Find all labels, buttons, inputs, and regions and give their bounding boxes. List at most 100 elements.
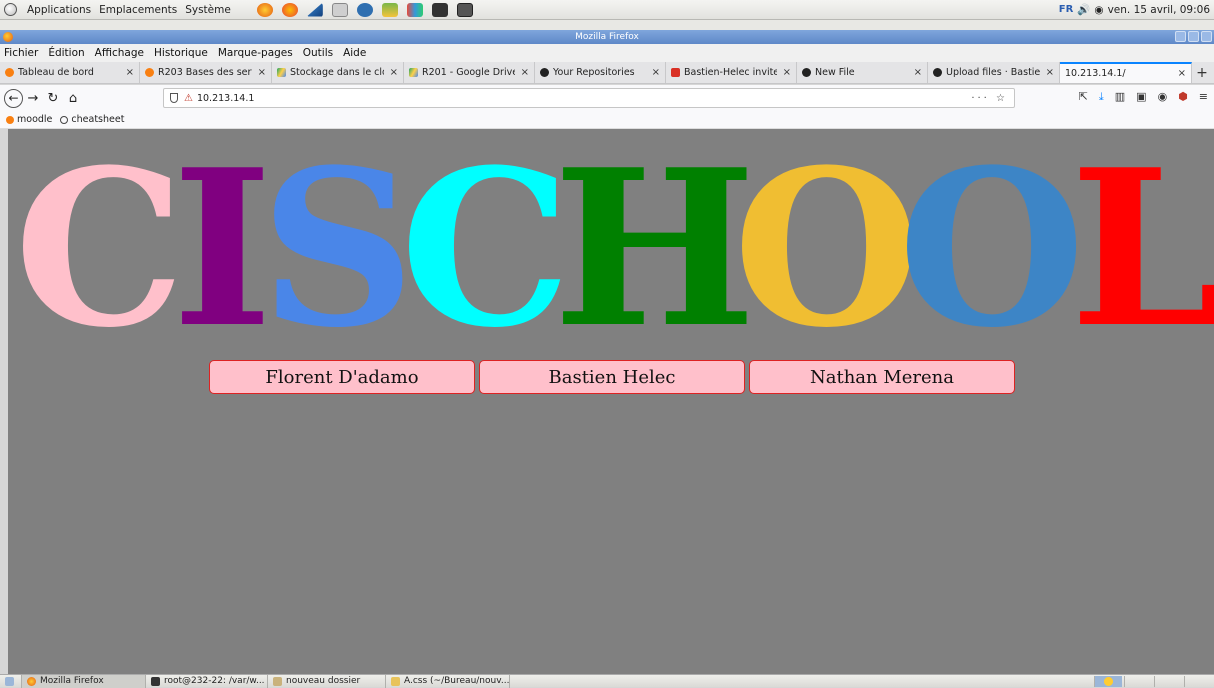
url-bar[interactable]: ⚠ 10.213.14.1 ··· ☆ (163, 88, 1015, 108)
moodle-icon (145, 68, 154, 77)
logo-letter-l: L (1070, 129, 1214, 375)
terminal-launcher-icon[interactable] (431, 2, 448, 17)
tab-r201-drive[interactable]: R201 - Google Drive × (404, 62, 535, 83)
workspace-4[interactable] (1184, 675, 1212, 687)
task-terminal[interactable]: root@232-22: /var/w... (146, 674, 268, 688)
tab-stockage-cloud[interactable]: Stockage dans le cloud × (272, 62, 404, 83)
new-tab-button[interactable]: + (1192, 62, 1212, 83)
pointer-icon[interactable]: ⇱ (1079, 90, 1088, 104)
taskbar: Mozilla Firefox root@232-22: /var/w... n… (0, 674, 1214, 688)
bastien-helec-button[interactable]: Bastien Helec (479, 360, 745, 394)
bookmark-cheatsheet[interactable]: cheatsheet (60, 114, 124, 125)
sidebar-icon[interactable]: ▣ (1136, 90, 1146, 104)
workspace-2[interactable] (1124, 675, 1152, 687)
tab-tableau-de-bord[interactable]: Tableau de bord × (0, 62, 140, 83)
applications-menu-icon[interactable] (4, 3, 17, 16)
home-icon[interactable]: ⌂ (63, 88, 83, 108)
close-window-button[interactable] (1201, 31, 1212, 42)
page-content: C I S C H O O L Florent D'adamo Bastien … (8, 129, 1214, 674)
task-editor[interactable]: A.css (~/Bureau/nouv... (386, 674, 510, 688)
url-actions-icon[interactable]: ··· ☆ (971, 93, 1008, 104)
github-icon (540, 68, 549, 77)
tab-active-10-213-14-1[interactable]: 10.213.14.1/ × (1060, 62, 1192, 83)
network-icon[interactable]: ◉ (1094, 4, 1103, 16)
menu-aide[interactable]: Aide (343, 47, 366, 59)
workspace-1[interactable] (1094, 675, 1122, 687)
library-icon[interactable]: ▥ (1115, 90, 1125, 104)
menu-affichage[interactable]: Affichage (95, 47, 144, 59)
workspace-3[interactable] (1154, 675, 1182, 687)
menu-applications[interactable]: Applications (27, 4, 91, 16)
github-icon (933, 68, 942, 77)
tab-upload-files[interactable]: Upload files · Bastien-H × (928, 62, 1060, 83)
url-text[interactable]: 10.213.14.1 (197, 93, 254, 104)
tab-close-button[interactable]: × (783, 67, 791, 78)
tab-your-repositories[interactable]: Your Repositories × (535, 62, 666, 83)
github-icon (802, 68, 811, 77)
show-desktop-button[interactable] (0, 674, 22, 688)
tab-r203[interactable]: R203 Bases des servic × (140, 62, 272, 83)
logo-letter-i: I (172, 129, 273, 375)
logo-letter-o2: O (898, 129, 1086, 375)
tab-gmail-invite[interactable]: Bastien-Helec invited y × (666, 62, 797, 83)
tab-close-button[interactable]: × (914, 67, 922, 78)
gns3-launcher-icon[interactable] (381, 2, 398, 17)
tab-close-button[interactable]: × (126, 67, 134, 78)
monitor-launcher-icon[interactable] (456, 2, 473, 17)
account-icon[interactable]: ◉ (1158, 90, 1168, 104)
app-launcher-icon[interactable] (406, 2, 423, 17)
menu-fichier[interactable]: Fichier (4, 47, 38, 59)
nathan-merena-button[interactable]: Nathan Merena (749, 360, 1015, 394)
tab-close-button[interactable]: × (652, 67, 660, 78)
google-drive-icon (409, 68, 418, 77)
tab-close-button[interactable]: × (521, 67, 529, 78)
wireshark-launcher-icon[interactable] (306, 2, 323, 17)
moodle-icon (6, 115, 14, 124)
task-firefox[interactable]: Mozilla Firefox (22, 674, 146, 688)
menubar: Fichier Édition Affichage Historique Mar… (0, 44, 1214, 62)
clock[interactable]: ven. 15 avril, 09:06 (1108, 4, 1210, 16)
text-editor-launcher-icon[interactable] (331, 2, 348, 17)
firefox-window-icon[interactable] (3, 32, 13, 42)
florent-dadamo-button[interactable]: Florent D'adamo (209, 360, 475, 394)
chrome-launcher-icon[interactable] (281, 2, 298, 17)
tab-new-file[interactable]: New File × (797, 62, 928, 83)
desktop-icon (5, 676, 14, 686)
terminal-icon (151, 676, 160, 686)
minimize-button[interactable] (1175, 31, 1186, 42)
navigation-bar: ← → ↻ ⌂ ⚠ 10.213.14.1 ··· ☆ ⇱ ⤓ ▥ ▣ ◉ ⬢ … (0, 85, 1214, 111)
insecure-connection-icon[interactable]: ⚠ (184, 93, 193, 104)
menu-marque-pages[interactable]: Marque-pages (218, 47, 293, 59)
panel-gap (0, 20, 1214, 30)
tab-strip: Tableau de bord × R203 Bases des servic … (0, 62, 1214, 84)
maximize-button[interactable] (1188, 31, 1199, 42)
bookmark-moodle[interactable]: moodle (6, 114, 52, 125)
logo-letter-c1: C (14, 129, 186, 375)
window-titlebar[interactable]: Mozilla Firefox (0, 30, 1214, 44)
keyboard-layout[interactable]: FR (1059, 4, 1074, 15)
volume-icon[interactable]: 🔊 (1077, 3, 1090, 16)
tab-close-button[interactable]: × (390, 67, 398, 78)
hamburger-menu-icon[interactable]: ≡ (1199, 90, 1208, 104)
tracking-shield-icon[interactable] (170, 93, 178, 103)
firefox-launcher-icon[interactable] (256, 2, 273, 17)
menu-outils[interactable]: Outils (303, 47, 333, 59)
download-icon[interactable]: ⤓ (1099, 90, 1104, 104)
task-folder[interactable]: nouveau dossier (268, 674, 386, 688)
tab-close-button[interactable]: × (1178, 68, 1186, 79)
menu-edition[interactable]: Édition (48, 47, 84, 59)
ublock-icon[interactable]: ⬢ (1178, 90, 1188, 104)
back-button[interactable]: ← (4, 88, 23, 108)
virtualbox-launcher-icon[interactable] (356, 2, 373, 17)
menu-historique[interactable]: Historique (154, 47, 208, 59)
window-title: Mozilla Firefox (575, 32, 639, 42)
reload-button[interactable]: ↻ (43, 88, 63, 108)
menu-systeme[interactable]: Système (185, 4, 231, 16)
folder-icon (273, 676, 282, 686)
menu-emplacements[interactable]: Emplacements (99, 4, 177, 16)
tab-close-button[interactable]: × (1046, 67, 1054, 78)
moodle-icon (5, 68, 14, 77)
forward-button[interactable]: → (23, 88, 43, 108)
tab-close-button[interactable]: × (258, 67, 266, 78)
firefox-icon (27, 676, 36, 686)
